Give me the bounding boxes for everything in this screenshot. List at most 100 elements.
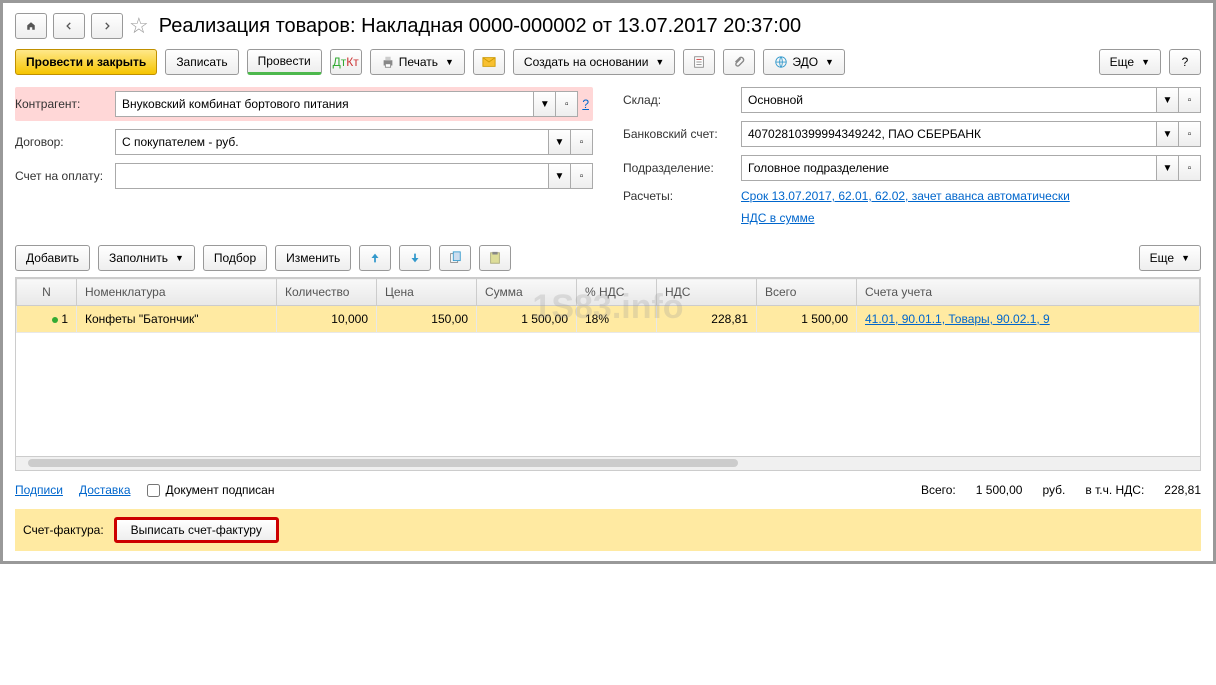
- save-button[interactable]: Записать: [165, 49, 238, 75]
- open-button[interactable]: ▫: [1179, 121, 1201, 147]
- cell-quantity[interactable]: 10,000: [277, 306, 377, 333]
- open-button[interactable]: ▫: [556, 91, 578, 117]
- arrow-down-icon: [408, 251, 422, 265]
- dtct-icon: ДтКт: [333, 55, 359, 69]
- col-sum[interactable]: Сумма: [477, 279, 577, 306]
- dropdown-button[interactable]: ▼: [549, 163, 571, 189]
- document-button[interactable]: [683, 49, 715, 75]
- help-button[interactable]: ?: [1169, 49, 1201, 75]
- total-label: Всего:: [921, 483, 956, 497]
- copy-button[interactable]: [439, 245, 471, 271]
- contract-input[interactable]: [115, 129, 549, 155]
- cell-vat-percent[interactable]: 18%: [577, 306, 657, 333]
- counterparty-label: Контрагент:: [15, 97, 115, 111]
- cell-vat[interactable]: 228,81: [657, 306, 757, 333]
- calculations-label: Расчеты:: [623, 189, 741, 203]
- col-total[interactable]: Всего: [757, 279, 857, 306]
- edo-button[interactable]: ЭДО ▼: [763, 49, 845, 75]
- open-button[interactable]: ▫: [571, 163, 593, 189]
- col-quantity[interactable]: Количество: [277, 279, 377, 306]
- signatures-link[interactable]: Подписи: [15, 483, 63, 497]
- bank-label: Банковский счет:: [623, 127, 741, 141]
- col-n[interactable]: N: [17, 279, 77, 306]
- delivery-link[interactable]: Доставка: [79, 483, 131, 497]
- vat-value: 228,81: [1164, 483, 1201, 497]
- printer-icon: [381, 55, 395, 69]
- chevron-down-icon: ▼: [445, 57, 454, 67]
- dropdown-button[interactable]: ▼: [1157, 87, 1179, 113]
- arrow-right-icon: [102, 19, 112, 33]
- add-button[interactable]: Добавить: [15, 245, 90, 271]
- col-price[interactable]: Цена: [377, 279, 477, 306]
- open-button[interactable]: ▫: [571, 129, 593, 155]
- doc-signed-checkbox[interactable]: [147, 484, 160, 497]
- home-button[interactable]: [15, 13, 47, 39]
- calculations-link[interactable]: Срок 13.07.2017, 62.01, 62.02, зачет ава…: [741, 189, 1070, 203]
- chevron-down-icon: ▼: [655, 57, 664, 67]
- fill-button[interactable]: Заполнить ▼: [98, 245, 195, 271]
- create-based-button[interactable]: Создать на основании ▼: [513, 49, 675, 75]
- print-button[interactable]: Печать ▼: [370, 49, 465, 75]
- paste-icon: [488, 251, 502, 265]
- invoice-input[interactable]: [115, 163, 549, 189]
- dtct-button[interactable]: ДтКт: [330, 49, 362, 75]
- cell-price[interactable]: 150,00: [377, 306, 477, 333]
- invoice-label: Счет на оплату:: [15, 169, 115, 183]
- selection-button[interactable]: Подбор: [203, 245, 267, 271]
- dropdown-button[interactable]: ▼: [1157, 155, 1179, 181]
- vat-link[interactable]: НДС в сумме: [741, 211, 815, 225]
- paperclip-icon: [732, 55, 746, 69]
- status-dot-icon: [52, 317, 58, 323]
- scrollbar-thumb[interactable]: [28, 459, 738, 467]
- table-more-button[interactable]: Еще ▼: [1139, 245, 1201, 271]
- paste-button[interactable]: [479, 245, 511, 271]
- col-vat-percent[interactable]: % НДС: [577, 279, 657, 306]
- currency: руб.: [1042, 483, 1065, 497]
- edit-button[interactable]: Изменить: [275, 245, 351, 271]
- horizontal-scrollbar[interactable]: [15, 457, 1201, 471]
- warehouse-label: Склад:: [623, 93, 741, 107]
- table-row[interactable]: 1 Конфеты "Батончик" 10,000 150,00 1 500…: [17, 306, 1200, 333]
- dropdown-button[interactable]: ▼: [1157, 121, 1179, 147]
- cell-total[interactable]: 1 500,00: [757, 306, 857, 333]
- globe-icon: [774, 55, 788, 69]
- dropdown-button[interactable]: ▼: [549, 129, 571, 155]
- email-button[interactable]: [473, 49, 505, 75]
- move-down-button[interactable]: [399, 245, 431, 271]
- create-invoice-button[interactable]: Выписать счет-фактуру: [114, 517, 279, 543]
- arrow-left-icon: [64, 19, 74, 33]
- bank-input[interactable]: [741, 121, 1157, 147]
- forward-button[interactable]: [91, 13, 123, 39]
- vat-label: в т.ч. НДС:: [1085, 483, 1144, 497]
- col-accounts[interactable]: Счета учета: [857, 279, 1200, 306]
- post-button[interactable]: Провести: [247, 49, 322, 75]
- chevron-down-icon: ▼: [1141, 57, 1150, 67]
- cell-nomenclature[interactable]: Конфеты "Батончик": [77, 306, 277, 333]
- col-nomenclature[interactable]: Номенклатура: [77, 279, 277, 306]
- home-icon: [26, 19, 36, 33]
- open-button[interactable]: ▫: [1179, 155, 1201, 181]
- col-vat[interactable]: НДС: [657, 279, 757, 306]
- cell-sum[interactable]: 1 500,00: [477, 306, 577, 333]
- warehouse-input[interactable]: [741, 87, 1157, 113]
- counterparty-input[interactable]: [115, 91, 534, 117]
- department-input[interactable]: [741, 155, 1157, 181]
- arrow-up-icon: [368, 251, 382, 265]
- cell-n[interactable]: 1: [17, 306, 77, 333]
- invoice-factura-label: Счет-фактура:: [23, 523, 104, 537]
- open-button[interactable]: ▫: [1179, 87, 1201, 113]
- cell-accounts[interactable]: 41.01, 90.01.1, Товары, 90.02.1, 9: [857, 306, 1200, 333]
- help-link[interactable]: ?: [582, 97, 589, 111]
- more-button[interactable]: Еще ▼: [1099, 49, 1161, 75]
- back-button[interactable]: [53, 13, 85, 39]
- total-value: 1 500,00: [976, 483, 1023, 497]
- chevron-down-icon: ▼: [175, 253, 184, 263]
- document-icon: [692, 55, 706, 69]
- dropdown-button[interactable]: ▼: [534, 91, 556, 117]
- envelope-icon: [482, 55, 496, 69]
- chevron-down-icon: ▼: [825, 57, 834, 67]
- attach-button[interactable]: [723, 49, 755, 75]
- favorite-icon[interactable]: ☆: [129, 13, 149, 39]
- move-up-button[interactable]: [359, 245, 391, 271]
- post-and-close-button[interactable]: Провести и закрыть: [15, 49, 157, 75]
